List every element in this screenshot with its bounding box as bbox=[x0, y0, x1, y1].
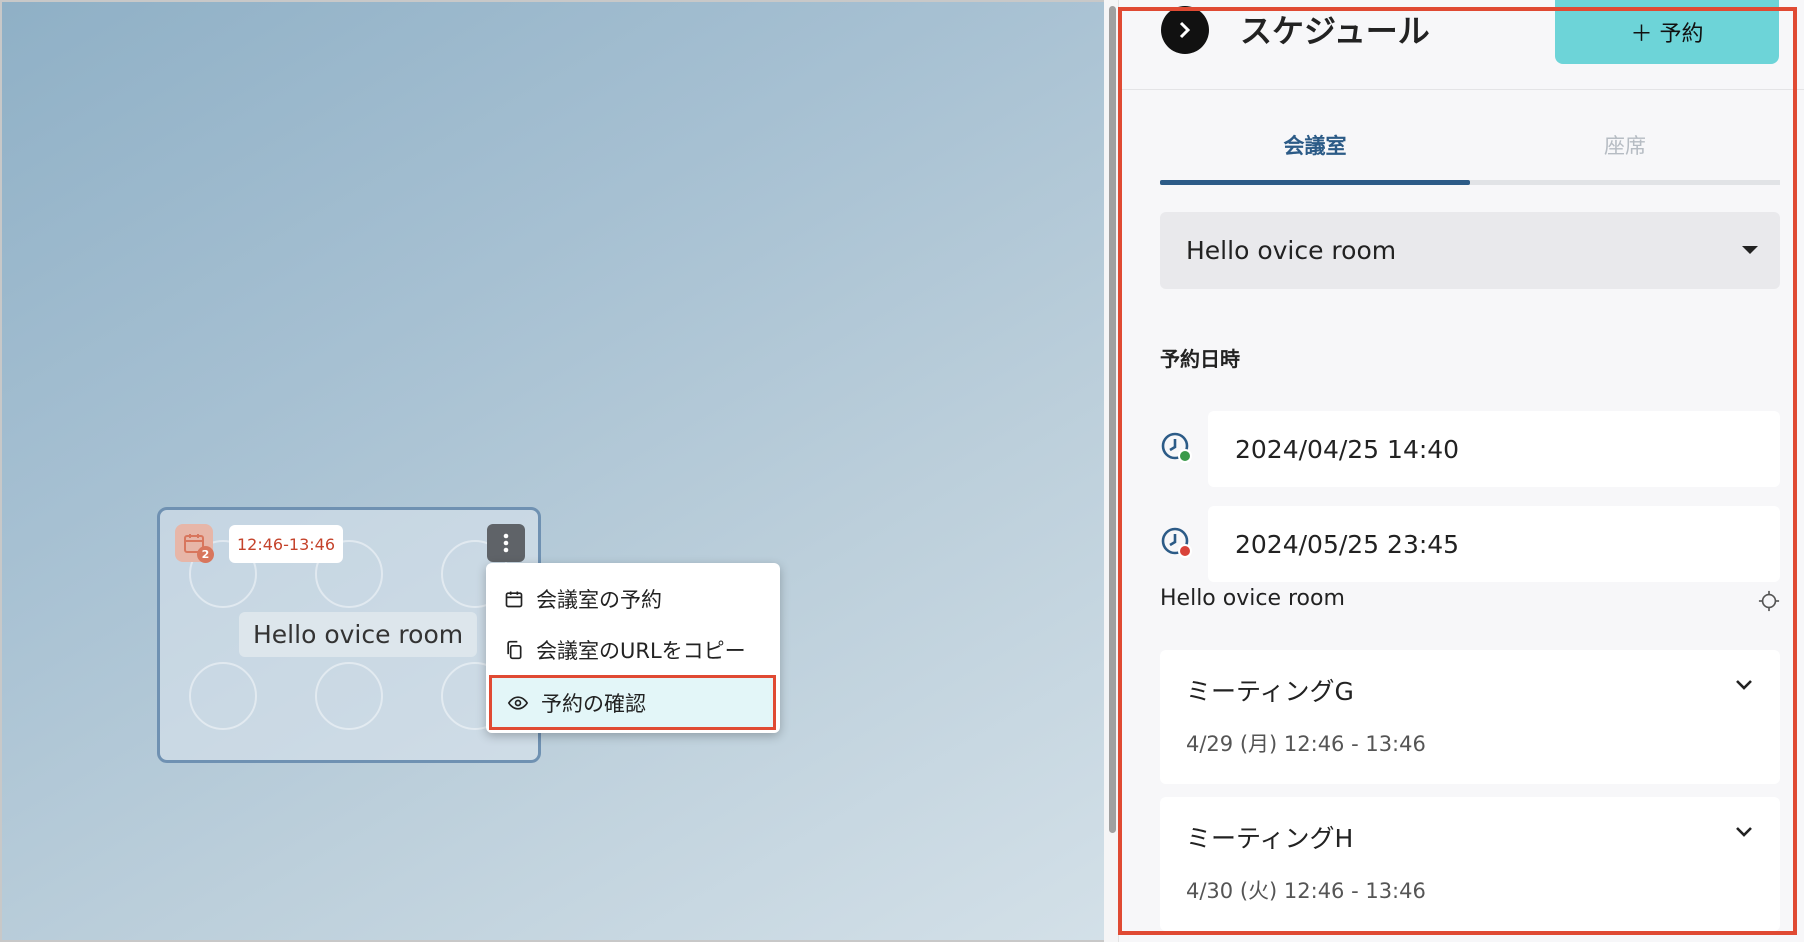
chevron-down-icon[interactable] bbox=[1734, 825, 1754, 839]
clock-start-icon bbox=[1161, 432, 1192, 463]
more-options-button[interactable] bbox=[487, 524, 525, 562]
caret-down-icon bbox=[1742, 246, 1758, 254]
datetime-section-label: 予約日時 bbox=[1160, 347, 1240, 371]
meeting-time: 4/30 (火) 12:46 - 13:46 bbox=[1186, 879, 1426, 903]
end-datetime-row: 2024/05/25 23:45 bbox=[1160, 506, 1780, 582]
start-datetime-row: 2024/04/25 14:40 bbox=[1160, 411, 1780, 487]
end-datetime-field[interactable]: 2024/05/25 23:45 bbox=[1208, 506, 1780, 582]
tab-meeting-room[interactable]: 会議室 bbox=[1160, 114, 1470, 176]
menu-item-label: 会議室のURLをコピー bbox=[536, 638, 746, 663]
reservation-time-chip: 12:46-13:46 bbox=[229, 525, 343, 563]
menu-item-copy-url[interactable]: 会議室のURLをコピー bbox=[486, 624, 780, 675]
menu-item-reserve-room[interactable]: 会議室の予約 bbox=[486, 573, 780, 624]
seat-slot[interactable] bbox=[189, 662, 257, 730]
meeting-time: 4/29 (月) 12:46 - 13:46 bbox=[1186, 732, 1426, 756]
chevron-down-icon[interactable] bbox=[1734, 678, 1754, 692]
room-select-dropdown[interactable]: Hello ovice room bbox=[1160, 212, 1780, 289]
locate-icon[interactable] bbox=[1758, 590, 1780, 612]
room-name-label: Hello ovice room bbox=[239, 612, 478, 657]
reservation-count-badge: 2 bbox=[197, 546, 214, 563]
meeting-title: ミーティングG bbox=[1186, 677, 1354, 706]
schedule-panel: スケジュール ＋ 予約 会議室 座席 Hello ovice room 予約日時… bbox=[1118, 0, 1804, 942]
meeting-title: ミーティングH bbox=[1186, 824, 1354, 853]
add-reservation-button[interactable]: ＋ 予約 bbox=[1555, 0, 1779, 64]
kebab-icon bbox=[503, 533, 509, 553]
selected-room-row: Hello ovice room bbox=[1160, 586, 1780, 616]
meeting-card[interactable]: ミーティングH 4/30 (火) 12:46 - 13:46 bbox=[1160, 797, 1780, 931]
room-select-value: Hello ovice room bbox=[1186, 236, 1397, 265]
panel-title: スケジュール bbox=[1240, 12, 1430, 50]
menu-item-view-reservations[interactable]: 予約の確認 bbox=[489, 675, 776, 730]
selected-room-name: Hello ovice room bbox=[1160, 586, 1345, 611]
collapse-panel-button[interactable] bbox=[1161, 6, 1209, 54]
canvas-scrollbar-thumb[interactable] bbox=[1109, 6, 1116, 833]
seat-slot[interactable] bbox=[315, 662, 383, 730]
menu-item-label: 会議室の予約 bbox=[536, 587, 662, 612]
eye-icon bbox=[507, 695, 529, 710]
menu-item-label: 予約の確認 bbox=[541, 691, 646, 716]
copy-icon bbox=[507, 640, 522, 659]
calendar-icon bbox=[505, 591, 523, 607]
meeting-card[interactable]: ミーティングG 4/29 (月) 12:46 - 13:46 bbox=[1160, 650, 1780, 784]
room-context-menu: 会議室の予約 会議室のURLをコピー 予約の確認 bbox=[486, 563, 780, 733]
chevron-right-icon bbox=[1179, 21, 1191, 39]
clock-end-icon bbox=[1161, 527, 1192, 558]
tab-seat[interactable]: 座席 bbox=[1470, 114, 1780, 176]
tab-active-indicator bbox=[1160, 180, 1470, 185]
start-datetime-field[interactable]: 2024/04/25 14:40 bbox=[1208, 411, 1780, 487]
space-canvas[interactable]: 2 12:46-13:46 Hello ovice room 会議室の予約 会議… bbox=[0, 0, 1104, 942]
panel-header: スケジュール ＋ 予約 bbox=[1119, 0, 1804, 90]
schedule-tabs: 会議室 座席 bbox=[1160, 114, 1780, 186]
room-card[interactable]: 2 12:46-13:46 Hello ovice room bbox=[157, 507, 541, 763]
